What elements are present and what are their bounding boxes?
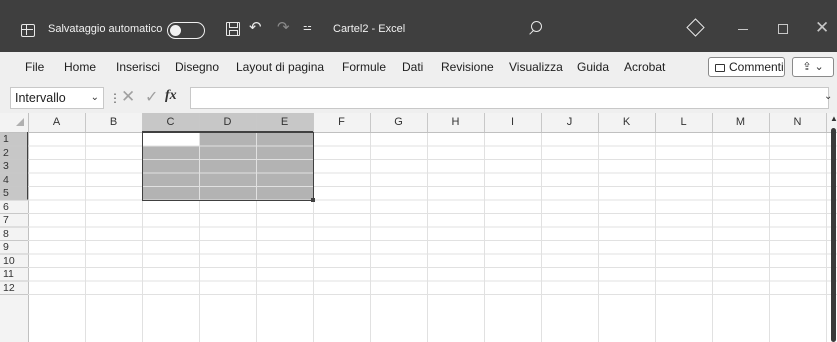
ribbon-tabs: File Home Inserisci Disegno Layout di pa… [0, 52, 837, 83]
tab-file[interactable]: File [25, 60, 44, 74]
column-header-F[interactable]: F [313, 116, 370, 128]
redo-icon[interactable]: ↷ [277, 20, 290, 35]
column-header-E[interactable]: E [256, 116, 313, 128]
column-header-I[interactable]: I [484, 116, 541, 128]
undo-icon[interactable]: ↶ [249, 20, 262, 35]
column-header-B[interactable]: B [85, 116, 142, 128]
row-header-9[interactable]: 9 [0, 241, 28, 253]
row-header-1[interactable]: 1 [0, 133, 28, 145]
tab-guida[interactable]: Guida [577, 60, 609, 74]
share-button[interactable]: ⇪ ⌄ [792, 57, 834, 77]
excel-icon [21, 24, 35, 37]
tab-formule[interactable]: Formule [342, 60, 386, 74]
column-header-H[interactable]: H [427, 116, 484, 128]
maximize-icon[interactable] [778, 24, 788, 34]
window-title: Cartel2 - Excel [333, 23, 406, 35]
cancel-icon[interactable]: ✕ [121, 87, 135, 107]
row-header-8[interactable]: 8 [0, 228, 28, 240]
formula-input[interactable] [190, 87, 829, 109]
worksheet-grid[interactable]: ABCDEFGHIJKLMN 1 2 3 4 5 6 7 8 9 10 11 12 [0, 113, 837, 342]
column-header-J[interactable]: J [541, 116, 598, 128]
fill-handle[interactable] [311, 197, 315, 202]
column-header-K[interactable]: K [598, 116, 655, 128]
search-icon[interactable] [527, 21, 543, 37]
column-header-G[interactable]: G [370, 116, 427, 128]
comments-button[interactable]: Commenti [708, 57, 785, 77]
save-icon[interactable] [226, 22, 240, 36]
column-header-C[interactable]: C [142, 116, 199, 128]
row-header-7[interactable]: 7 [0, 214, 28, 226]
name-box-value: Intervallo [15, 91, 66, 105]
select-all-corner[interactable] [16, 118, 24, 126]
diamond-icon[interactable] [686, 18, 705, 37]
vertical-scrollbar[interactable] [831, 128, 836, 342]
tab-acrobat[interactable]: Acrobat [624, 60, 665, 74]
selection-border [141, 131, 314, 201]
row-header-12[interactable]: 12 [0, 282, 28, 294]
row-header-6[interactable]: 6 [0, 201, 28, 213]
row-header-4[interactable]: 4 [0, 174, 28, 186]
chevron-down-icon[interactable]: ⌄ [91, 88, 99, 108]
expand-formula-icon[interactable]: ⌄ [824, 91, 832, 102]
column-header-N[interactable]: N [769, 116, 826, 128]
insert-function-icon[interactable]: fx [165, 88, 177, 104]
row-header-5[interactable]: 5 [0, 187, 28, 199]
row-header-2[interactable]: 2 [0, 147, 28, 159]
comment-icon [715, 64, 725, 72]
row-header-10[interactable]: 10 [0, 255, 28, 267]
tab-inserisci[interactable]: Inserisci [116, 60, 160, 74]
column-header-L[interactable]: L [655, 116, 712, 128]
tab-layout[interactable]: Layout di pagina [236, 60, 324, 74]
tab-home[interactable]: Home [64, 60, 96, 74]
qat-customize-icon[interactable]: ⚍ [303, 23, 312, 33]
minimize-icon[interactable] [738, 29, 748, 30]
autosave-toggle[interactable] [167, 22, 205, 39]
formula-bar: Intervallo ⌄ ⋮ ✕ ✓ fx ⌄ [0, 83, 837, 113]
autosave-label: Salvataggio automatico [48, 23, 163, 35]
column-header-A[interactable]: A [28, 116, 85, 128]
tab-revisione[interactable]: Revisione [441, 60, 494, 74]
comments-label: Commenti [729, 60, 784, 74]
column-header-M[interactable]: M [712, 116, 769, 128]
column-header-D[interactable]: D [199, 116, 256, 128]
title-bar: Salvataggio automatico ↶ ↷ ⚍ Cartel2 - E… [0, 0, 837, 52]
close-icon[interactable]: ✕ [815, 19, 829, 36]
tab-dati[interactable]: Dati [402, 60, 423, 74]
tab-disegno[interactable]: Disegno [175, 60, 219, 74]
row-header-3[interactable]: 3 [0, 160, 28, 172]
confirm-icon[interactable]: ✓ [145, 87, 158, 107]
name-box[interactable]: Intervallo ⌄ [10, 87, 104, 109]
grid-lines [0, 113, 837, 342]
more-options-icon[interactable]: ⋮ [109, 91, 121, 105]
scroll-up-icon[interactable]: ▲ [830, 114, 837, 123]
toggle-knob [170, 24, 181, 36]
tab-visualizza[interactable]: Visualizza [509, 60, 563, 74]
row-header-11[interactable]: 11 [0, 268, 28, 280]
